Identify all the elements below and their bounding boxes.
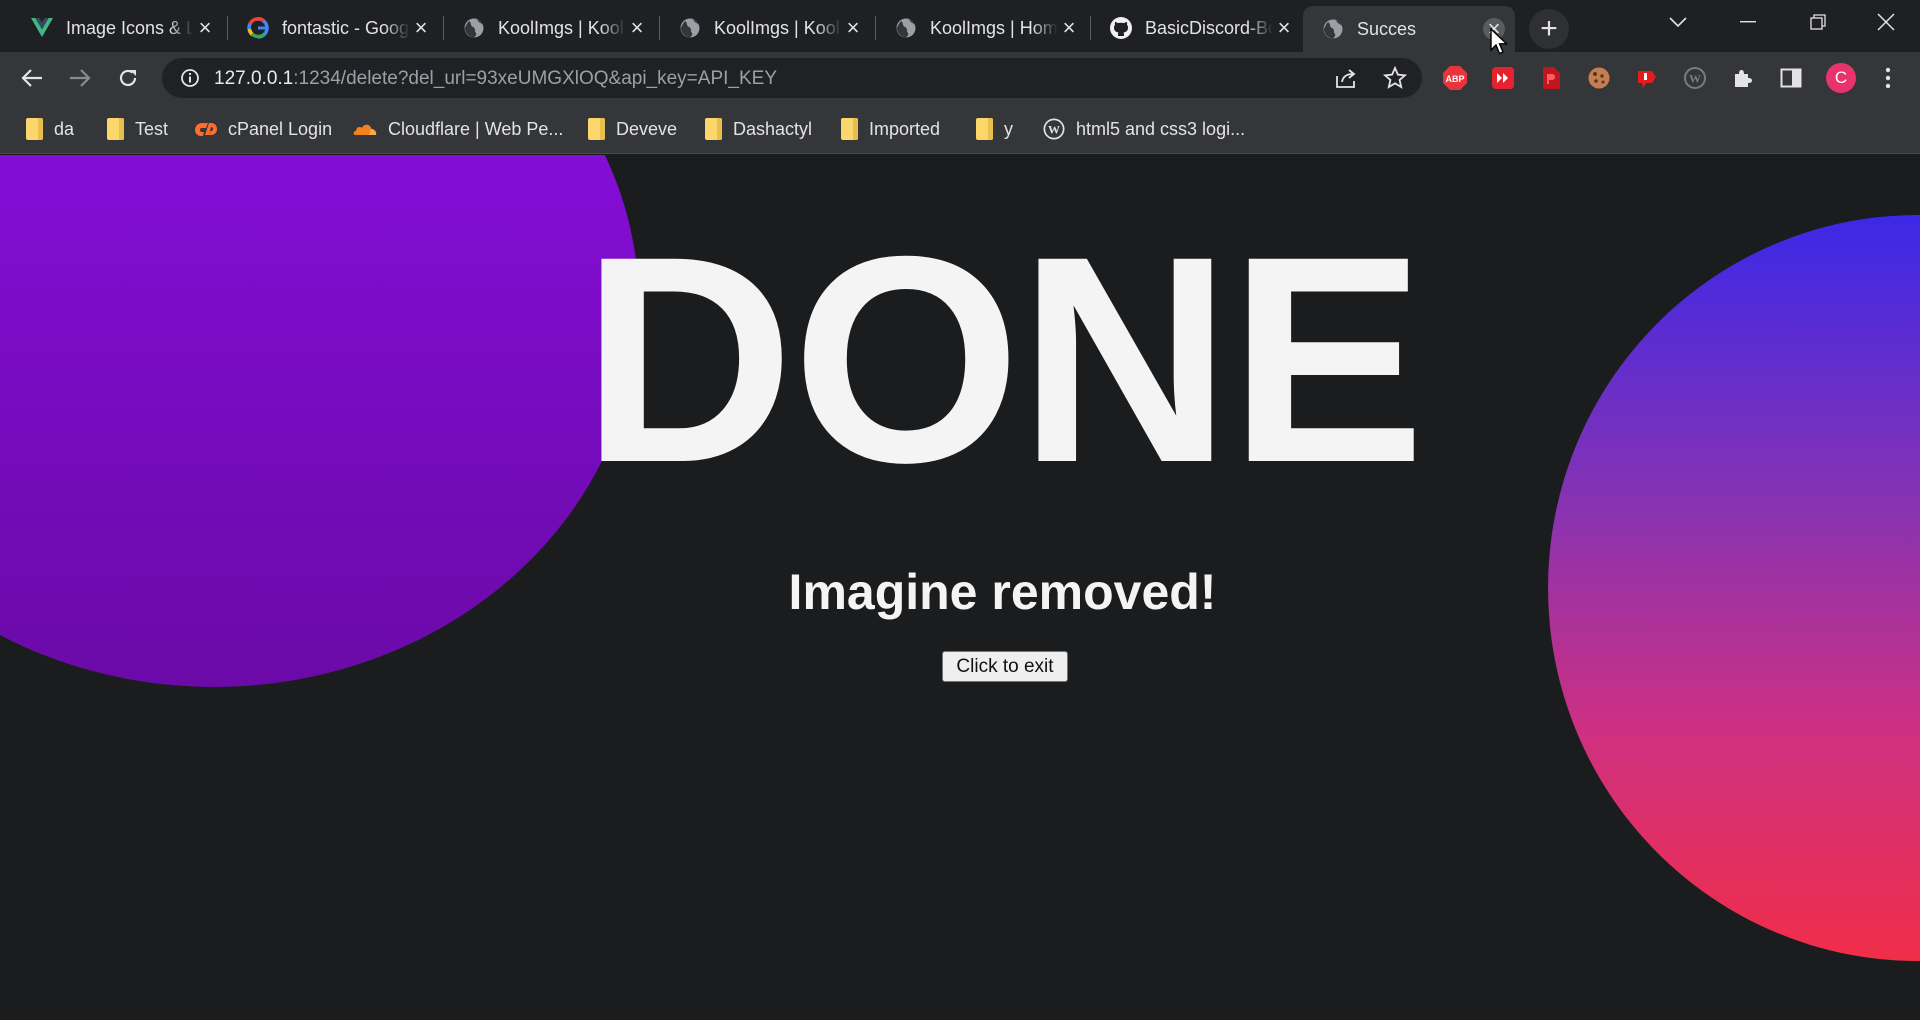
close-tab-icon[interactable]: × bbox=[1273, 15, 1295, 40]
page-content: DONE Imagine removed! Click to exit bbox=[0, 155, 1920, 1020]
share-icon[interactable] bbox=[1334, 67, 1358, 94]
navigation-toolbar: 127.0.0.1:1234/delete?del_url=93xeUMGXlO… bbox=[0, 52, 1920, 104]
globe-icon bbox=[462, 16, 486, 40]
tab-title: KoolImgs | KoolImgs bbox=[498, 17, 626, 38]
tab-title: Image Icons & Logos bbox=[66, 17, 194, 38]
tab-image-icons[interactable]: Image Icons & Logos × bbox=[12, 6, 226, 50]
bookmark-cpanel[interactable]: cPanel Login bbox=[194, 116, 332, 142]
mouse-cursor-icon bbox=[1490, 28, 1508, 55]
minimize-window-icon[interactable] bbox=[1718, 0, 1778, 44]
forward-arrow-icon[interactable] bbox=[62, 60, 98, 96]
youtube-dislike-icon[interactable] bbox=[1633, 64, 1661, 92]
exit-button[interactable]: Click to exit bbox=[942, 651, 1068, 682]
restore-window-icon[interactable] bbox=[1788, 0, 1848, 44]
tab-koolimgs-home[interactable]: KoolImgs | Home × bbox=[876, 6, 1090, 50]
url-text: 127.0.0.1:1234/delete?del_url=93xeUMGXlO… bbox=[214, 68, 777, 90]
bookmark-label: html5 and css3 logi... bbox=[1076, 118, 1246, 139]
url-host: 127.0.0.1 bbox=[214, 68, 294, 89]
bookmark-label: da bbox=[54, 118, 75, 139]
bookmark-test[interactable]: Test bbox=[105, 116, 168, 142]
reload-icon[interactable] bbox=[110, 60, 146, 96]
github-logo-icon bbox=[1109, 16, 1133, 40]
tab-succes-active[interactable]: Succes × bbox=[1303, 6, 1515, 52]
more-menu-icon[interactable] bbox=[1874, 64, 1902, 92]
wordpress-icon[interactable]: W bbox=[1681, 64, 1709, 92]
bookmark-html5-css3[interactable]: W html5 and css3 logi... bbox=[1042, 116, 1245, 142]
close-tab-icon[interactable]: × bbox=[626, 15, 648, 40]
bookmark-y[interactable]: y bbox=[974, 116, 1013, 142]
bookmark-label: Deveve bbox=[616, 118, 678, 139]
close-tab-icon[interactable]: × bbox=[1058, 15, 1080, 40]
cloudflare-icon bbox=[352, 118, 378, 140]
tab-title: KoolImgs | Home bbox=[930, 17, 1058, 38]
close-tab-icon[interactable]: × bbox=[842, 15, 864, 40]
tab-basicdiscord[interactable]: BasicDiscord-Bot × bbox=[1091, 6, 1305, 50]
bookmark-label: Test bbox=[135, 118, 169, 139]
tab-search-chevron-icon[interactable] bbox=[1648, 0, 1708, 44]
bookmark-da[interactable]: da bbox=[24, 116, 74, 142]
close-tab-icon[interactable]: × bbox=[194, 15, 216, 40]
wordpress-icon: W bbox=[1042, 118, 1066, 140]
folder-icon bbox=[703, 118, 723, 140]
bookmark-label: y bbox=[1004, 118, 1013, 139]
tab-title: BasicDiscord-Bot bbox=[1145, 17, 1273, 38]
url-path: :1234/delete?del_url=93xeUMGXlOQ&api_key… bbox=[293, 68, 777, 89]
tab-fontastic[interactable]: fontastic - Google Search × bbox=[228, 6, 442, 50]
address-bar[interactable]: 127.0.0.1:1234/delete?del_url=93xeUMGXlO… bbox=[162, 58, 1422, 98]
profile-avatar[interactable]: C bbox=[1826, 63, 1856, 93]
close-window-icon[interactable] bbox=[1856, 0, 1916, 44]
bookmark-label: Imported bbox=[869, 118, 941, 139]
svg-text:W: W bbox=[1689, 72, 1701, 86]
cpanel-icon bbox=[194, 118, 218, 140]
extensions-puzzle-icon[interactable] bbox=[1729, 64, 1757, 92]
bookmark-cloudflare[interactable]: Cloudflare | Web Pe... bbox=[352, 116, 563, 142]
cookie-icon[interactable] bbox=[1585, 64, 1613, 92]
google-logo-icon bbox=[246, 16, 270, 40]
page-heading: DONE bbox=[581, 196, 1425, 524]
bookmark-dashactyl[interactable]: Dashactyl bbox=[703, 116, 812, 142]
close-tab-icon[interactable]: × bbox=[410, 15, 432, 40]
vue-logo-icon bbox=[30, 16, 54, 40]
tab-koolimgs-1[interactable]: KoolImgs | KoolImgs × bbox=[444, 6, 658, 50]
svg-text:W: W bbox=[1048, 123, 1060, 137]
tab-koolimgs-2[interactable]: KoolImgs | KoolImgs × bbox=[660, 6, 874, 50]
tab-title: fontastic - Google Search bbox=[282, 17, 410, 38]
adblock-icon[interactable]: ABP bbox=[1441, 64, 1469, 92]
bookmarks-bar: da Test cPanel Login Cloudflare | Web Pe… bbox=[0, 104, 1920, 154]
bookmark-label: Cloudflare | Web Pe... bbox=[388, 118, 564, 139]
globe-icon bbox=[678, 16, 702, 40]
back-arrow-icon[interactable] bbox=[14, 60, 50, 96]
redirect-icon[interactable] bbox=[1489, 64, 1517, 92]
globe-icon bbox=[894, 16, 918, 40]
bookmark-star-icon[interactable] bbox=[1382, 65, 1408, 95]
tab-title: Succes bbox=[1357, 18, 1417, 39]
bookmark-label: Dashactyl bbox=[733, 118, 813, 139]
folder-icon bbox=[586, 118, 606, 140]
folder-icon bbox=[105, 118, 125, 140]
page-subtitle: Imagine removed! bbox=[788, 564, 1217, 620]
svg-text:ABP: ABP bbox=[1445, 74, 1464, 84]
new-tab-button[interactable]: + bbox=[1529, 9, 1569, 49]
site-info-icon[interactable] bbox=[180, 68, 200, 93]
side-panel-icon[interactable] bbox=[1777, 64, 1805, 92]
bookmark-deveve[interactable]: Deveve bbox=[586, 116, 677, 142]
folder-icon bbox=[974, 118, 994, 140]
folder-icon bbox=[24, 118, 44, 140]
globe-icon bbox=[1321, 17, 1345, 41]
tab-strip: Image Icons & Logos × fontastic - Google… bbox=[0, 0, 1920, 52]
pdf-icon[interactable] bbox=[1537, 64, 1565, 92]
folder-icon bbox=[839, 118, 859, 140]
bookmark-imported[interactable]: Imported bbox=[839, 116, 940, 142]
tab-title: KoolImgs | KoolImgs bbox=[714, 17, 842, 38]
bookmark-label: cPanel Login bbox=[228, 118, 333, 139]
